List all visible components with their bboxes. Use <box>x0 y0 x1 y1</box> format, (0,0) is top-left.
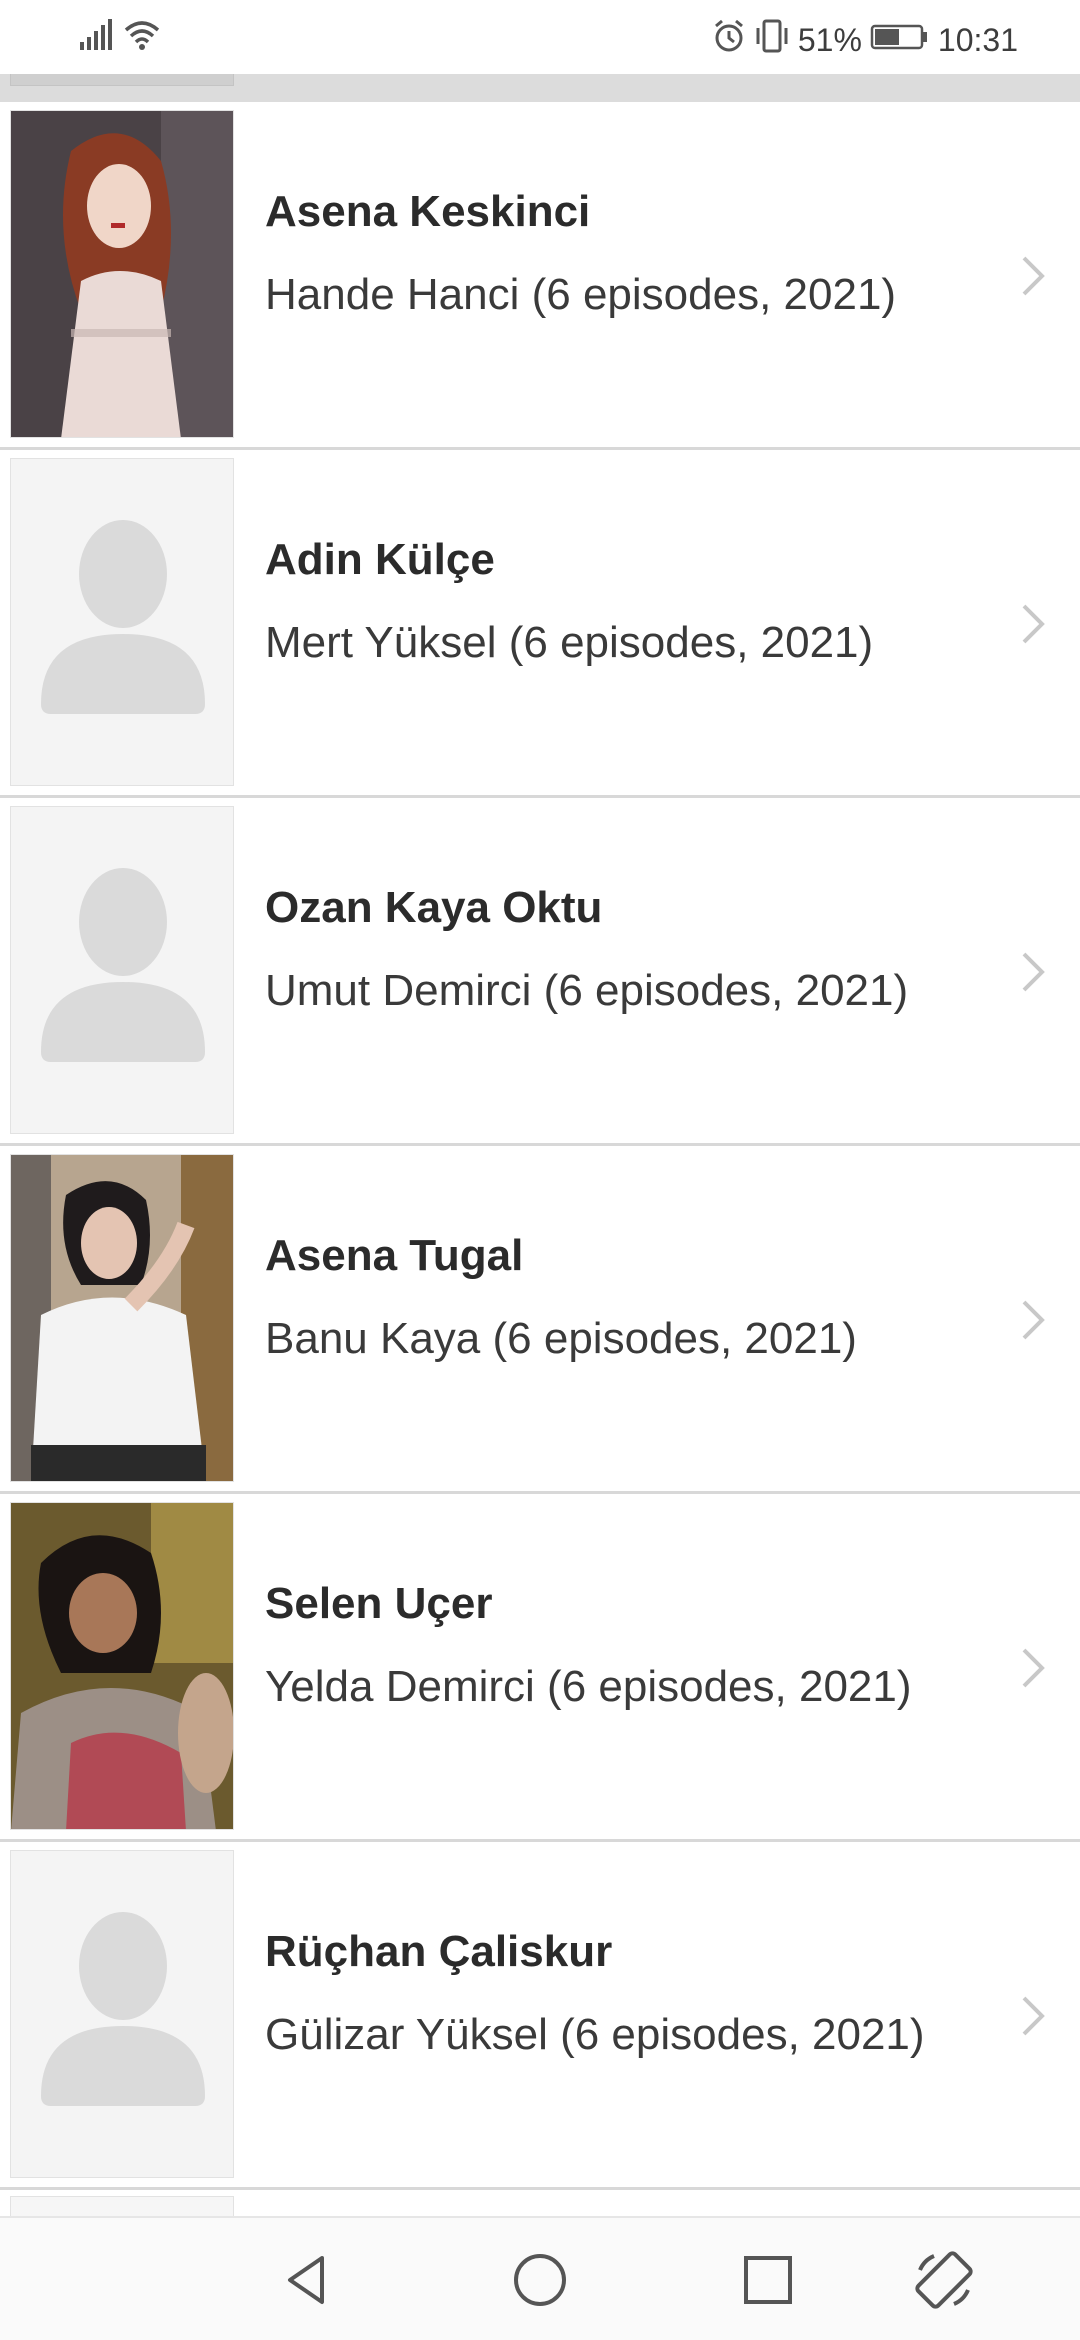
next-row-edge <box>0 2190 1080 2218</box>
actor-photo-placeholder <box>10 806 234 1134</box>
character-role: Umut Demirci (6 episodes, 2021) <box>265 966 909 1015</box>
character-role: Mert Yüksel (6 episodes, 2021) <box>265 618 874 667</box>
cast-row[interactable]: Selen Uçer Yelda Demirci (6 episodes, 20… <box>0 1494 1080 1842</box>
actor-name: Selen Uçer <box>265 1579 493 1628</box>
actor-name: Ozan Kaya Oktu <box>265 883 603 932</box>
rotate-icon[interactable] <box>912 2248 976 2312</box>
actor-photo-placeholder <box>10 1850 234 2178</box>
actor-photo <box>10 1502 234 1830</box>
chevron-right-icon <box>1016 948 1052 996</box>
cast-row[interactable]: Asena Keskinci Hande Hanci (6 episodes, … <box>0 102 1080 450</box>
home-icon[interactable] <box>508 2248 572 2312</box>
wifi-icon <box>122 18 162 57</box>
battery-percent: 51% <box>797 22 862 58</box>
cast-row[interactable]: Asena Tugal Banu Kaya (6 episodes, 2021) <box>0 1146 1080 1494</box>
system-nav-bar <box>0 2216 1080 2340</box>
previous-row-edge <box>0 74 1080 102</box>
signal-icon <box>78 18 114 57</box>
status-bar: 51% 10:31 <box>0 0 1080 74</box>
vibrate-icon <box>754 18 790 62</box>
actor-photo-placeholder <box>10 458 234 786</box>
chevron-right-icon <box>1016 1296 1052 1344</box>
chevron-right-icon <box>1016 1992 1052 2040</box>
character-role: Gülizar Yüksel (6 episodes, 2021) <box>265 2010 925 2059</box>
actor-name: Asena Tugal <box>265 1231 524 1280</box>
cast-list: Asena Keskinci Hande Hanci (6 episodes, … <box>0 102 1080 2190</box>
cast-row[interactable]: Rüçhan Çaliskur Gülizar Yüksel (6 episod… <box>0 1842 1080 2190</box>
actor-name: Rüçhan Çaliskur <box>265 1927 613 1976</box>
recents-icon[interactable] <box>736 2248 800 2312</box>
character-role: Banu Kaya (6 episodes, 2021) <box>265 1314 857 1363</box>
chevron-right-icon <box>1016 600 1052 648</box>
actor-photo <box>10 110 234 438</box>
actor-photo <box>10 1154 234 1482</box>
clock: 10:31 <box>937 22 1018 58</box>
character-role: Hande Hanci (6 episodes, 2021) <box>265 270 897 319</box>
battery-icon <box>870 22 930 59</box>
actor-name: Asena Keskinci <box>265 187 591 236</box>
character-role: Yelda Demirci (6 episodes, 2021) <box>265 1662 912 1711</box>
cast-row[interactable]: Adin Külçe Mert Yüksel (6 episodes, 2021… <box>0 450 1080 798</box>
alarm-icon <box>712 18 746 62</box>
chevron-right-icon <box>1016 252 1052 300</box>
cast-row[interactable]: Ozan Kaya Oktu Umut Demirci (6 episodes,… <box>0 798 1080 1146</box>
chevron-right-icon <box>1016 1644 1052 1692</box>
back-icon[interactable] <box>276 2248 340 2312</box>
actor-name: Adin Külçe <box>265 535 495 584</box>
